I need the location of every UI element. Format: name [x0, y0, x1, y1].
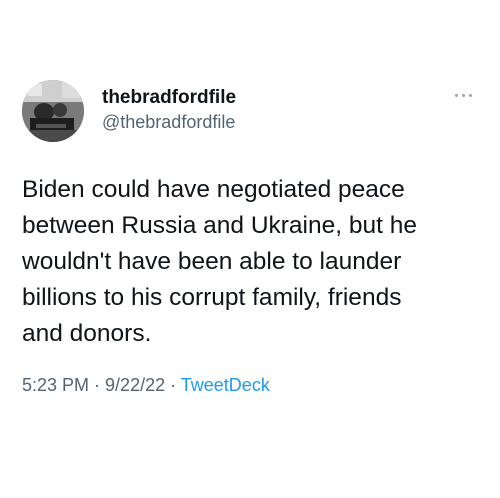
- tweet-text: Biden could have negotiated peace betwee…: [22, 172, 482, 352]
- tweet-date[interactable]: 9/22/22: [105, 375, 165, 395]
- tweet-text-line: wouldn't have been able to launder: [22, 248, 402, 275]
- tweet-metadata: 5:23 PM · 9/22/22 · TweetDeck: [22, 375, 270, 396]
- tweet-time[interactable]: 5:23 PM: [22, 375, 89, 395]
- tweet-source-link[interactable]: TweetDeck: [181, 375, 270, 395]
- tweet-text-line: Biden could have negotiated peace: [22, 176, 405, 203]
- tweet-card: thebradfordfile @thebradfordfile Biden c…: [0, 0, 500, 498]
- display-name[interactable]: thebradfordfile: [102, 87, 236, 109]
- separator: ·: [89, 375, 106, 395]
- tweet-text-line: between Russia and Ukraine, but he: [22, 212, 417, 239]
- more-horizontal-icon[interactable]: [453, 90, 475, 100]
- separator: ·: [165, 375, 181, 395]
- tweet-text-line: and donors.: [22, 320, 152, 347]
- user-handle[interactable]: @thebradfordfile: [102, 112, 235, 133]
- tweet-text-line: billions to his corrupt family, friends: [22, 284, 402, 311]
- avatar[interactable]: [22, 80, 84, 142]
